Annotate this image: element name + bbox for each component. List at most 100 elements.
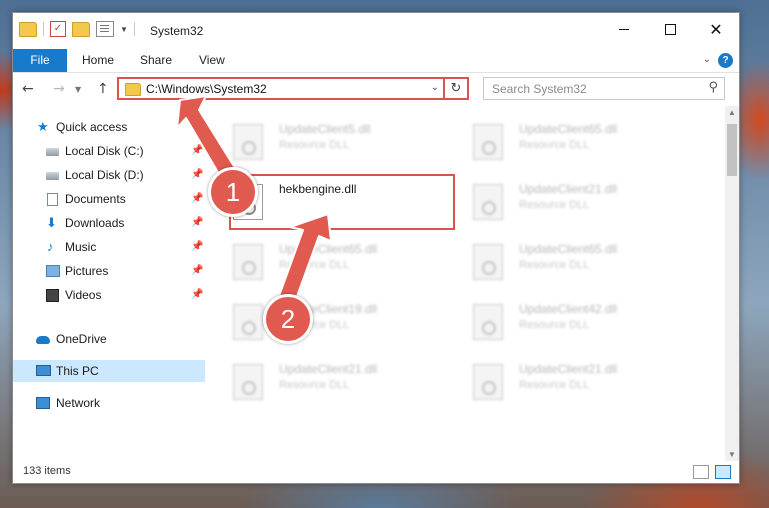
details-view-icon[interactable] bbox=[693, 465, 709, 479]
forward-arrow-icon[interactable]: → bbox=[53, 81, 65, 97]
drive-icon bbox=[46, 172, 59, 180]
sidebar-item-documents[interactable]: Documents 📌 bbox=[13, 188, 205, 210]
sidebar-item-local-disk-c[interactable]: Local Disk (C:) 📌 bbox=[13, 140, 205, 162]
file-item[interactable]: UpdateClient21.dll Resource DLL bbox=[457, 358, 677, 404]
sidebar-item-quick-access[interactable]: ★ Quick access bbox=[13, 116, 205, 138]
file-name: UpdateClient65.dll bbox=[279, 242, 378, 256]
status-bar: 133 items bbox=[13, 461, 739, 483]
vertical-scrollbar[interactable]: ▲ ▼ bbox=[725, 106, 739, 461]
file-type: Resource DLL bbox=[519, 199, 590, 211]
sidebar-item-this-pc[interactable]: This PC bbox=[13, 360, 205, 382]
file-item[interactable]: UpdateClient65.dll Resource DLL bbox=[457, 118, 677, 164]
sidebar-item-label: Downloads bbox=[65, 216, 125, 230]
chevron-down-icon[interactable]: ▼ bbox=[120, 25, 128, 34]
close-button[interactable]: ✕ bbox=[693, 13, 739, 45]
maximize-button[interactable] bbox=[647, 13, 693, 45]
tab-view[interactable]: View bbox=[199, 49, 225, 72]
scrollbar-thumb[interactable] bbox=[727, 124, 737, 176]
address-path[interactable]: C:\Windows\System32 bbox=[146, 82, 267, 96]
sidebar-item-onedrive[interactable]: OneDrive bbox=[13, 328, 205, 350]
dll-file-icon bbox=[233, 304, 263, 340]
file-item[interactable]: UpdateClient19.dll Resource DLL bbox=[217, 298, 437, 344]
sidebar-item-label: OneDrive bbox=[56, 332, 107, 346]
sidebar-item-videos[interactable]: Videos 📌 bbox=[13, 284, 205, 306]
file-name: UpdateClient21.dll bbox=[279, 362, 378, 376]
large-icons-view-icon[interactable] bbox=[715, 465, 731, 479]
cloud-icon bbox=[36, 336, 50, 344]
toolbar-separator bbox=[133, 22, 135, 36]
sidebar-item-pictures[interactable]: Pictures 📌 bbox=[13, 260, 205, 282]
file-name: UpdateClient65.dll bbox=[519, 242, 618, 256]
file-name: UpdateClient42.dll bbox=[519, 302, 618, 316]
tab-home[interactable]: Home bbox=[82, 49, 114, 72]
search-icon[interactable]: ⚲ bbox=[708, 80, 718, 95]
file-item[interactable]: UpdateClient21.dll Resource DLL bbox=[457, 178, 677, 224]
pin-icon[interactable]: 📌 bbox=[191, 188, 203, 210]
file-item[interactable]: UpdateClient5.dll Resource DLL bbox=[217, 118, 437, 164]
ribbon-expand-icon[interactable]: ⌄ bbox=[703, 54, 711, 65]
computer-icon bbox=[36, 365, 51, 376]
ribbon-tabs: File Home Share View ⌄ ? bbox=[13, 49, 739, 73]
file-name: UpdateClient5.dll bbox=[279, 122, 371, 136]
sidebar-item-label: Music bbox=[65, 240, 97, 254]
quick-access-toolbar: ✓ ▼ bbox=[19, 21, 135, 37]
search-placeholder: Search System32 bbox=[492, 82, 587, 96]
back-arrow-icon[interactable]: ← bbox=[22, 81, 34, 97]
tab-file[interactable]: File bbox=[13, 49, 67, 72]
new-folder-icon[interactable] bbox=[72, 21, 90, 37]
title-bar: ✓ ▼ System32 ✕ bbox=[13, 13, 739, 49]
video-icon bbox=[46, 289, 59, 302]
refresh-icon[interactable]: ↻ bbox=[443, 79, 467, 98]
pin-icon[interactable]: 📌 bbox=[191, 260, 203, 282]
maximize-icon bbox=[664, 23, 676, 35]
file-name: UpdateClient21.dll bbox=[519, 182, 618, 196]
sidebar-item-network[interactable]: Network bbox=[13, 392, 205, 414]
file-item[interactable]: UpdateClient65.dll Resource DLL bbox=[457, 238, 677, 284]
file-item[interactable]: UpdateClient42.dll Resource DLL bbox=[457, 298, 677, 344]
search-input[interactable]: Search System32 ⚲ bbox=[483, 77, 725, 100]
sidebar-item-music[interactable]: ♪ Music 📌 bbox=[13, 236, 205, 258]
file-type: Resource DLL bbox=[519, 379, 590, 391]
pin-icon[interactable]: 📌 bbox=[191, 212, 203, 234]
file-item[interactable]: UpdateClient21.dll Resource DLL bbox=[217, 358, 437, 404]
dll-file-icon bbox=[233, 124, 263, 160]
file-type: Resource DLL bbox=[519, 139, 590, 151]
sidebar-item-downloads[interactable]: ⬇ Downloads 📌 bbox=[13, 212, 205, 234]
help-icon[interactable]: ? bbox=[718, 53, 733, 68]
file-type: Resource DLL bbox=[519, 319, 590, 331]
pin-icon[interactable]: 📌 bbox=[191, 164, 203, 186]
file-highlight-box bbox=[229, 174, 455, 230]
tab-share[interactable]: Share bbox=[140, 49, 172, 72]
close-icon: ✕ bbox=[709, 19, 723, 39]
scroll-up-icon[interactable]: ▲ bbox=[728, 108, 736, 117]
step-1-badge: 1 bbox=[208, 167, 258, 217]
sidebar-item-label: Quick access bbox=[56, 120, 128, 134]
sidebar-item-label: Pictures bbox=[65, 264, 109, 278]
sidebar-item-label: Videos bbox=[65, 288, 102, 302]
sidebar-item-local-disk-d[interactable]: Local Disk (D:) 📌 bbox=[13, 164, 205, 186]
music-note-icon: ♪ bbox=[47, 239, 54, 254]
chevron-down-icon[interactable]: ⌄ bbox=[431, 82, 439, 93]
file-type: Resource DLL bbox=[279, 139, 350, 151]
recent-locations-chevron-icon[interactable]: ▼ bbox=[75, 85, 81, 94]
pin-icon[interactable]: 📌 bbox=[191, 236, 203, 258]
properties-icon[interactable] bbox=[96, 21, 114, 37]
file-type: Resource DLL bbox=[279, 259, 350, 271]
pin-icon[interactable]: 📌 bbox=[191, 284, 203, 306]
scroll-down-icon[interactable]: ▼ bbox=[728, 450, 736, 459]
pin-icon[interactable]: 📌 bbox=[191, 140, 203, 162]
dll-file-icon bbox=[473, 184, 503, 220]
checkbox-icon[interactable]: ✓ bbox=[50, 21, 66, 37]
up-arrow-icon[interactable]: ↑ bbox=[97, 81, 109, 97]
minimize-button[interactable] bbox=[601, 13, 647, 45]
pictures-icon bbox=[46, 265, 60, 277]
folder-icon bbox=[125, 83, 141, 96]
file-item[interactable]: UpdateClient65.dll Resource DLL bbox=[217, 238, 437, 284]
file-type: Resource DLL bbox=[519, 259, 590, 271]
network-icon bbox=[36, 397, 50, 409]
sidebar-item-label: Local Disk (C:) bbox=[65, 144, 144, 158]
address-bar[interactable]: C:\Windows\System32 ⌄ ↻ bbox=[117, 77, 469, 100]
sidebar-item-label: This PC bbox=[56, 364, 99, 378]
dll-file-icon bbox=[473, 244, 503, 280]
file-explorer-window: ✓ ▼ System32 ✕ File Home Share View ⌄ ? … bbox=[12, 12, 740, 484]
